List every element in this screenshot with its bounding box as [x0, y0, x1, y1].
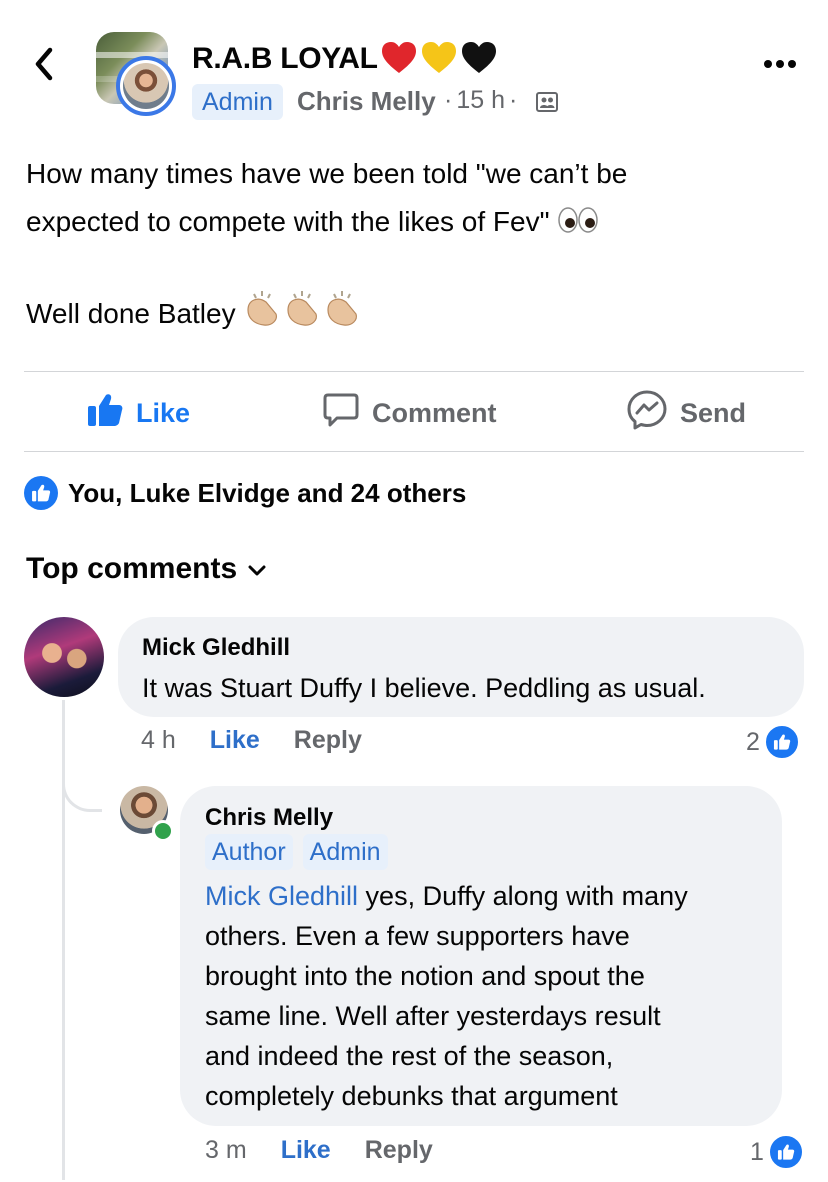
reactions-summary[interactable]: You, Luke Elvidge and 24 others [24, 476, 466, 510]
reply-line: and indeed the rest of the season, [205, 1041, 614, 1071]
comment-reaction-count[interactable]: 2 [746, 724, 800, 760]
reply-line: brought into the notion and spout the [205, 961, 645, 991]
post-line: How many times have we been told "we can… [26, 158, 628, 189]
reply-connector [62, 700, 102, 812]
post-line: expected to compete with the likes of Fe… [26, 206, 550, 237]
reply-line: others. Even a few supporters have [205, 921, 630, 951]
post-time: 15 h [456, 86, 505, 114]
comment-like-button[interactable]: Like [210, 726, 260, 755]
reply-line: same line. Well after yesterdays result [205, 1001, 661, 1031]
top-comments-filter[interactable]: Top comments [26, 552, 267, 586]
post-line-with-emoji: expected to compete with the likes of Fe… [26, 198, 806, 248]
post-line-with-emoji: Well done Batley [26, 288, 806, 343]
reply-reaction-count[interactable]: 1 [750, 1134, 804, 1170]
group-audience-icon [535, 90, 559, 114]
reaction-count: 1 [750, 1137, 764, 1166]
red-heart-icon [380, 40, 418, 80]
author-avatar[interactable] [116, 56, 176, 116]
mention-link[interactable]: Mick Gledhill [205, 881, 358, 911]
reply-actions: 3 m Like Reply [205, 1136, 433, 1165]
like-label: Like [136, 397, 191, 428]
reply-line: Mick Gledhill yes, Duffy along with many [205, 876, 765, 916]
comment-reply-button[interactable]: Reply [294, 726, 362, 755]
more-icon[interactable] [760, 54, 800, 74]
comment-text: It was Stuart Duffy I believe. Peddling … [142, 673, 706, 703]
like-button[interactable]: Like [86, 384, 190, 442]
post-line: Well done Batley [26, 297, 236, 329]
reaction-count: 2 [746, 727, 760, 756]
reactions-text: You, Luke Elvidge and 24 others [68, 477, 467, 508]
separator-dot: · [444, 86, 453, 114]
eyes-emoji-icon [557, 200, 598, 248]
like-reaction-icon [763, 724, 800, 760]
reply-like-button[interactable]: Like [281, 1136, 331, 1165]
admin-badge: Admin [302, 834, 388, 870]
comment-actions: 4 h Like Reply [141, 726, 362, 755]
thumbs-up-icon [86, 392, 124, 435]
commenter-name[interactable]: Mick Gledhill [142, 634, 290, 662]
like-reaction-icon [24, 476, 58, 510]
send-label: Send [680, 397, 747, 428]
reply-line-text: yes, Duffy along with many [358, 881, 688, 911]
comment-time: 4 h [141, 726, 176, 754]
top-comments-label: Top comments [26, 552, 238, 585]
online-status-indicator [152, 820, 174, 842]
comment-bubble-icon [322, 391, 360, 436]
messenger-icon [626, 389, 668, 438]
post-author-name[interactable]: Chris Melly [297, 86, 436, 117]
black-heart-icon [460, 40, 498, 80]
commenter-avatar[interactable] [24, 617, 104, 697]
post-timestamp: · 15 h · [440, 86, 521, 115]
divider [24, 371, 804, 372]
reply-time: 3 m [205, 1136, 247, 1164]
reply-author-name[interactable]: Chris Melly [205, 804, 333, 832]
author-badge: Author [205, 834, 293, 870]
divider [24, 451, 804, 452]
clapping-hands-emoji-icon [244, 288, 362, 343]
reply-reply-button[interactable]: Reply [365, 1136, 433, 1165]
reply-line: completely debunks that argument [205, 1081, 618, 1111]
separator-dot: · [509, 86, 518, 114]
back-icon[interactable] [26, 40, 66, 88]
comment-button[interactable]: Comment [322, 384, 497, 442]
heart-emoji-group [380, 40, 498, 80]
yellow-heart-icon [420, 40, 458, 80]
reply-text: Mick Gledhill yes, Duffy along with many… [205, 876, 765, 1116]
chevron-down-icon [247, 552, 267, 586]
group-name[interactable]: R.A.B LOYAL [192, 42, 378, 76]
reply-author-badges: Author Admin [205, 834, 388, 870]
post-body: How many times have we been told "we can… [26, 150, 806, 343]
send-button[interactable]: Send [626, 384, 746, 442]
comment-label: Comment [372, 397, 497, 428]
admin-badge: Admin [192, 84, 283, 120]
like-reaction-icon [767, 1134, 804, 1170]
